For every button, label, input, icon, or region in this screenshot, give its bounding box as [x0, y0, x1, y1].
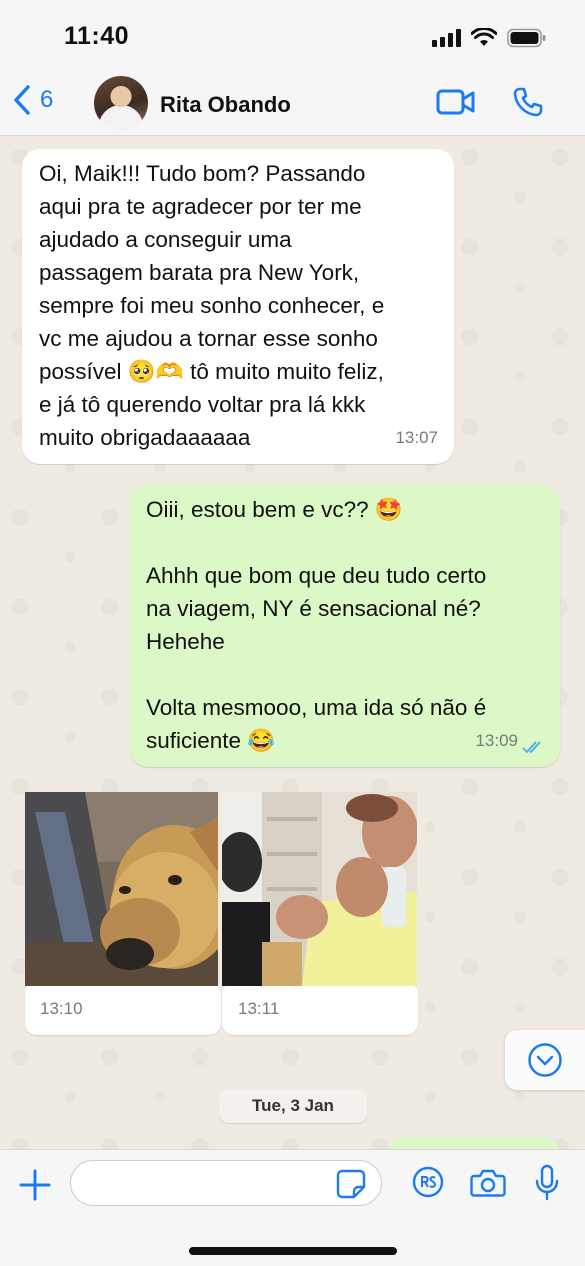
- incoming-message[interactable]: Oi, Maik!!! Tudo bom? Passando aqui pra …: [22, 149, 454, 464]
- scroll-to-bottom-button[interactable]: [505, 1030, 585, 1090]
- back-button[interactable]: 6: [12, 84, 53, 116]
- message-text: Oi, Maik!!! Tudo bom? Passando aqui pra …: [39, 161, 385, 450]
- microphone-button[interactable]: [534, 1164, 560, 1207]
- chat-header: 6 Rita Obando: [0, 70, 585, 136]
- attach-button[interactable]: [18, 1168, 52, 1207]
- wifi-icon: [471, 28, 497, 46]
- media-time: 13:11: [238, 999, 280, 1018]
- chat-area[interactable]: Oi, Maik!!! Tudo bom? Passando aqui pra …: [0, 137, 585, 1149]
- microphone-icon: [535, 1164, 559, 1201]
- read-receipt-icon: [522, 741, 541, 754]
- unread-count: 6: [40, 86, 54, 113]
- outgoing-message[interactable]: Oiii, estou bem e vc?? 🤩 Ahhh que bom qu…: [130, 485, 560, 767]
- date-separator: Tue, 3 Jan: [219, 1089, 367, 1123]
- contact-name[interactable]: Rita Obando: [160, 92, 291, 118]
- home-indicator: [189, 1247, 397, 1255]
- payment-button[interactable]: [412, 1166, 444, 1203]
- media-time-card: 13:11: [222, 983, 418, 1035]
- dog-photo-thumbnail[interactable]: [25, 792, 218, 986]
- camera-button[interactable]: [470, 1168, 506, 1203]
- message-time: 13:09: [475, 731, 518, 750]
- sticker-icon: [336, 1169, 366, 1199]
- video-call-button[interactable]: [436, 88, 476, 121]
- input-bar: [0, 1149, 585, 1266]
- avatar[interactable]: [94, 76, 148, 130]
- status-bar: 11:40: [0, 0, 585, 70]
- signal-icon: [432, 29, 461, 47]
- media-time-card: 13:10: [25, 983, 221, 1035]
- battery-icon: [507, 28, 546, 48]
- plus-icon: [19, 1169, 51, 1201]
- photo-man-drinking-icon: [222, 792, 417, 986]
- chevron-down-circle-icon: [528, 1043, 562, 1077]
- video-camera-icon: [436, 89, 475, 115]
- message-time: 13:07: [395, 428, 438, 447]
- phone-icon: [513, 87, 543, 117]
- camera-icon: [470, 1169, 506, 1197]
- status-time: 11:40: [64, 22, 130, 50]
- next-outgoing-message[interactable]: [388, 1137, 560, 1149]
- pix-payment-icon: [412, 1166, 444, 1198]
- chevron-left-icon: [14, 85, 30, 115]
- man-drinking-photo-thumbnail[interactable]: [222, 792, 417, 986]
- status-icons: [432, 28, 547, 48]
- photo-dog-icon: [25, 792, 218, 986]
- message-text: Oiii, estou bem e vc?? 🤩 Ahhh que bom qu…: [146, 497, 487, 753]
- sticker-button[interactable]: [336, 1169, 366, 1204]
- voice-call-button[interactable]: [512, 86, 544, 123]
- media-time: 13:10: [40, 999, 83, 1018]
